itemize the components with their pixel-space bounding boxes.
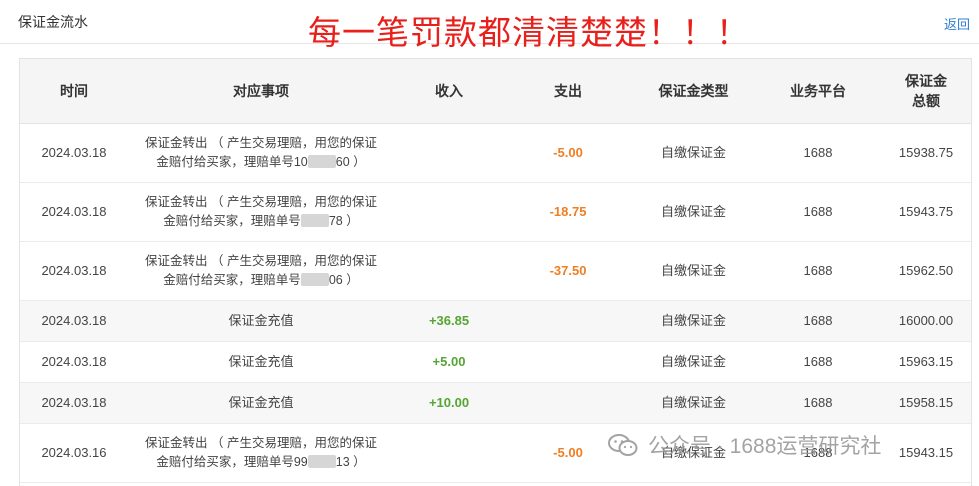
table-row: 2024.03.18 保证金充值 +5.00 自缴保证金 1688 15963.15: [20, 341, 971, 383]
table-row: 2024.03.18 保证金转出 （ 产生交易理赔，用您的保证 金赔付给买家，理赔单…: [20, 123, 971, 183]
column-header-expense: 支出: [504, 59, 632, 124]
column-header-time: 时间: [20, 59, 128, 124]
income-cell: [394, 423, 504, 483]
redacted-mask: [307, 455, 336, 468]
column-header-deposit-type: 保证金类型: [632, 59, 755, 124]
item-line-2-suffix: 06 ）: [328, 273, 359, 287]
item-line-2-prefix: 金赔付给买家，理赔单号10: [156, 155, 308, 169]
total-cell: 15943.15: [881, 423, 971, 483]
redacted-mask: [300, 214, 329, 227]
table-header-row: 时间 对应事项 收入 支出 保证金类型 业务平台 保证金 总额: [20, 59, 971, 124]
column-header-item: 对应事项: [128, 59, 394, 124]
expense-cell: [504, 341, 632, 383]
expense-cell: [504, 300, 632, 342]
time-cell: 2024.03.18: [20, 123, 128, 183]
deposit-type-cell: 自缴保证金: [632, 241, 755, 301]
expense-cell: -18.75: [504, 182, 632, 242]
item-line-1: 保证金转出 （ 产生交易理赔，用您的保证: [145, 254, 377, 268]
platform-cell: 1688: [755, 241, 881, 301]
deposit-type-cell: 自缴保证金: [632, 382, 755, 424]
item-cell: 保证金充值: [128, 300, 394, 342]
watermark: 公众号 · 1688运营研究社: [608, 430, 881, 460]
platform-cell: 1688: [755, 300, 881, 342]
item-cell: 保证金充值: [128, 341, 394, 383]
item-cell: 保证金转出 （ 产生交易理赔，用您的保证金赔付给买家，理赔单号10 60 ）: [128, 123, 394, 183]
table-row: 2024.03.18 保证金转出 （ 产生交易理赔，用您的保证 金赔付给买家，理赔单…: [20, 241, 971, 301]
income-cell: [394, 241, 504, 301]
deposit-flow-table: 时间 对应事项 收入 支出 保证金类型 业务平台 保证金 总额 2024.03.…: [19, 58, 972, 486]
time-cell: 2024.03.18: [20, 241, 128, 301]
deposit-type-cell: 自缴保证金: [632, 182, 755, 242]
income-cell: +10.00: [394, 382, 504, 424]
income-cell: +36.85: [394, 300, 504, 342]
item-line-2-suffix: 13 ）: [335, 455, 366, 469]
total-cell: 15958.15: [881, 382, 971, 424]
deposit-type-cell: 自缴保证金: [632, 123, 755, 183]
item-cell: 保证金转出 （ 产生交易理赔，用您的保证金赔付给买家，理赔单号99 13 ）: [128, 423, 394, 483]
wechat-icon: [608, 434, 638, 456]
item-line-2-prefix: 金赔付给买家，理赔单号: [163, 273, 301, 287]
expense-cell: [504, 382, 632, 424]
annotation-overlay-text: 每一笔罚款都清清楚楚！！！: [308, 13, 750, 52]
expense-cell: -5.00: [504, 123, 632, 183]
time-cell: 2024.03.18: [20, 300, 128, 342]
watermark-text: 公众号 · 1688运营研究社: [648, 435, 882, 458]
income-cell: +5.00: [394, 341, 504, 383]
table-row: 2024.03.18 保证金充值 +10.00 自缴保证金 1688 15958.15: [20, 382, 971, 424]
table-row: 2024.03.18 保证金充值 +36.85 自缴保证金 1688 16000.00: [20, 300, 971, 342]
time-cell: 2024.03.18: [20, 182, 128, 242]
income-cell: [394, 123, 504, 183]
total-cell: 15943.75: [881, 182, 971, 242]
deposit-type-cell: 自缴保证金: [632, 341, 755, 383]
time-cell: 2024.03.18: [20, 382, 128, 424]
item-line-1: 保证金转出 （ 产生交易理赔，用您的保证: [145, 436, 377, 450]
deposit-type-cell: 自缴保证金: [632, 300, 755, 342]
column-header-total: 保证金 总额: [881, 59, 971, 124]
item-line-1: 保证金转出 （ 产生交易理赔，用您的保证: [145, 136, 377, 150]
page-header: 保证金流水 每一笔罚款都清清楚楚！！！ 返回: [0, 0, 979, 52]
platform-cell: 1688: [755, 123, 881, 183]
item-cell: 保证金转出 （ 产生交易理赔，用您的保证金赔付给买家，理赔单号 78 ）: [128, 182, 394, 242]
platform-cell: 1688: [755, 382, 881, 424]
redacted-mask: [300, 273, 329, 286]
platform-cell: 1688: [755, 341, 881, 383]
item-line-2-prefix: 金赔付给买家，理赔单号: [163, 214, 301, 228]
time-cell: 2024.03.16: [20, 423, 128, 483]
item-line-2-suffix: 78 ）: [328, 214, 359, 228]
item-line-2-prefix: 金赔付给买家，理赔单号99: [156, 455, 308, 469]
item-line-2-suffix: 60 ）: [335, 155, 366, 169]
total-cell: 15963.15: [881, 341, 971, 383]
column-header-income: 收入: [394, 59, 504, 124]
page-title: 保证金流水: [8, 12, 88, 30]
expense-cell: -37.50: [504, 241, 632, 301]
total-cell: 16000.00: [881, 300, 971, 342]
redacted-mask: [307, 155, 336, 168]
back-link[interactable]: 返回: [944, 14, 970, 33]
item-line-1: 保证金转出 （ 产生交易理赔，用您的保证: [145, 195, 377, 209]
total-cell: 15938.75: [881, 123, 971, 183]
column-header-platform: 业务平台: [755, 59, 881, 124]
table-row: 2024.03.18 保证金转出 （ 产生交易理赔，用您的保证 金赔付给买家，理赔单…: [20, 182, 971, 242]
platform-cell: 1688: [755, 182, 881, 242]
total-cell: 15962.50: [881, 241, 971, 301]
item-cell: 保证金充值: [128, 382, 394, 424]
item-cell: 保证金转出 （ 产生交易理赔，用您的保证金赔付给买家，理赔单号 06 ）: [128, 241, 394, 301]
income-cell: [394, 182, 504, 242]
time-cell: 2024.03.18: [20, 341, 128, 383]
